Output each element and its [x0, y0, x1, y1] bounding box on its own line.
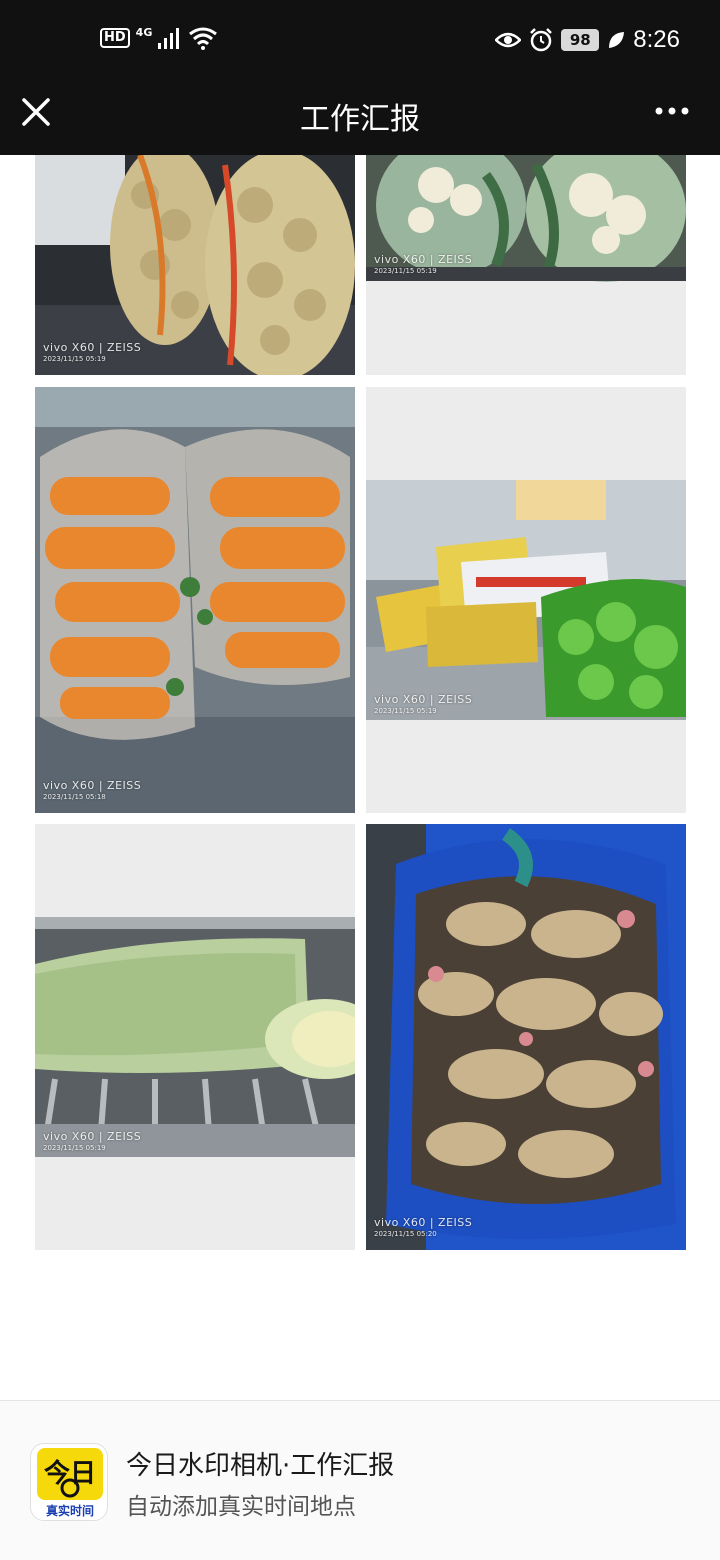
clock-time: 8:26 [633, 26, 680, 53]
eye-icon [495, 32, 522, 48]
signal-icon [158, 28, 180, 49]
wifi-icon [189, 27, 218, 50]
vegetable-crates-image [366, 387, 686, 813]
status-bar: HD 4G 98 8:26 [0, 0, 720, 82]
header-bar: 工作汇报 [0, 82, 720, 155]
watermark-brand: vivo X60 | ZEISS [374, 253, 473, 266]
watermark-brand: vivo X60 | ZEISS [43, 341, 142, 354]
photo-watermark: vivo X60 | ZEISS 2023/11/15 05:19 [43, 1130, 141, 1152]
app-tagline: 自动添加真实时间地点 [126, 1494, 356, 1520]
watermark-brand: vivo X60 | ZEISS [374, 693, 473, 706]
watermark-date: 2023/11/15 05:18 [43, 793, 106, 801]
camera-logo-icon: 今日 真实时间 [37, 1448, 103, 1518]
photo-watermark: vivo X60 | ZEISS 2023/11/15 05:20 [374, 1216, 472, 1238]
app-icon[interactable]: 今日 真实时间 [30, 1443, 108, 1521]
watermark-date: 2023/11/15 05:19 [374, 707, 437, 715]
photo-napa-cabbage[interactable]: vivo X60 | ZEISS 2023/11/15 05:19 [35, 824, 355, 1250]
photo-watermark: vivo X60 | ZEISS 2023/11/15 05:19 [374, 253, 472, 275]
watermark-date: 2023/11/15 05:19 [374, 267, 437, 275]
watermark-date: 2023/11/15 05:19 [43, 1144, 106, 1152]
status-right: 98 8:26 [495, 26, 680, 54]
leaf-icon [609, 32, 625, 48]
photo-watermark: vivo X60 | ZEISS 2023/11/15 05:19 [43, 341, 141, 363]
hd-icon: HD [100, 28, 130, 48]
icon-bottom-text: 真实时间 [46, 1503, 94, 1518]
network-label: 4G [135, 26, 153, 39]
status-left: HD 4G [100, 26, 218, 50]
photo-carrots[interactable]: vivo X60 | ZEISS 2023/11/15 05:18 [35, 387, 355, 813]
watermark-brand: vivo X60 | ZEISS [43, 1130, 142, 1143]
alarm-icon [530, 28, 553, 52]
photo-vegetable-crates[interactable]: vivo X60 | ZEISS 2023/11/15 05:19 [366, 387, 686, 813]
app-promo-banner[interactable]: 今日 真实时间 今日水印相机·工作汇报 自动添加真实时间地点 [0, 1401, 720, 1560]
battery-icon: 98 [561, 29, 600, 51]
photo-potatoes[interactable]: vivo X60 | ZEISS 2023/11/15 05:19 [35, 155, 355, 375]
photo-ginger[interactable]: vivo X60 | ZEISS 2023/11/15 05:20 [366, 824, 686, 1250]
app-name: 今日水印相机·工作汇报 [126, 1451, 395, 1481]
photo-cauliflower[interactable]: vivo X60 | ZEISS 2023/11/15 05:19 [366, 155, 686, 375]
ginger-image [366, 824, 686, 1250]
icon-top-text: 今日 [44, 1458, 96, 1489]
napa-cabbage-image [35, 824, 355, 1250]
watermark-date: 2023/11/15 05:19 [43, 355, 106, 363]
photo-watermark: vivo X60 | ZEISS 2023/11/15 05:18 [43, 779, 141, 801]
photo-watermark: vivo X60 | ZEISS 2023/11/15 05:19 [374, 693, 472, 715]
watermark-brand: vivo X60 | ZEISS [43, 779, 142, 792]
carrots-image [35, 387, 355, 813]
page-title: 工作汇报 [300, 102, 420, 137]
watermark-date: 2023/11/15 05:20 [374, 1230, 437, 1238]
more-dots-icon[interactable] [654, 104, 690, 118]
photo-gallery: vivo X60 | ZEISS 2023/11/15 05:19 vivo X… [35, 155, 686, 1250]
watermark-brand: vivo X60 | ZEISS [374, 1216, 473, 1229]
